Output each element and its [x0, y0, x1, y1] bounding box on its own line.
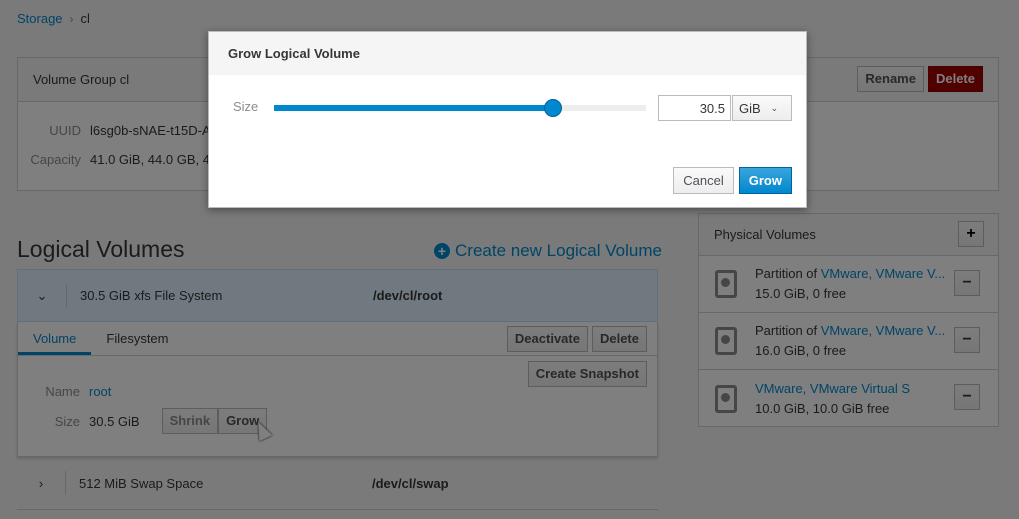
slider-fill — [274, 105, 553, 111]
dialog-title: Grow Logical Volume — [228, 46, 360, 61]
grow-confirm-button[interactable]: Grow — [738, 167, 792, 194]
unit-select[interactable]: GiB ⌄ — [732, 95, 792, 121]
size-slider[interactable] — [274, 99, 646, 117]
dialog-header: Grow Logical Volume — [209, 32, 806, 75]
size-label: Size — [233, 99, 259, 114]
slider-handle[interactable] — [544, 99, 562, 117]
unit-value: GiB — [739, 100, 761, 116]
grow-logical-volume-dialog: Grow Logical Volume Size GiB ⌄ Cancel Gr… — [208, 31, 807, 208]
cancel-button[interactable]: Cancel — [673, 167, 734, 194]
size-input[interactable] — [658, 95, 731, 121]
chevron-down-icon: ⌄ — [770, 102, 779, 113]
